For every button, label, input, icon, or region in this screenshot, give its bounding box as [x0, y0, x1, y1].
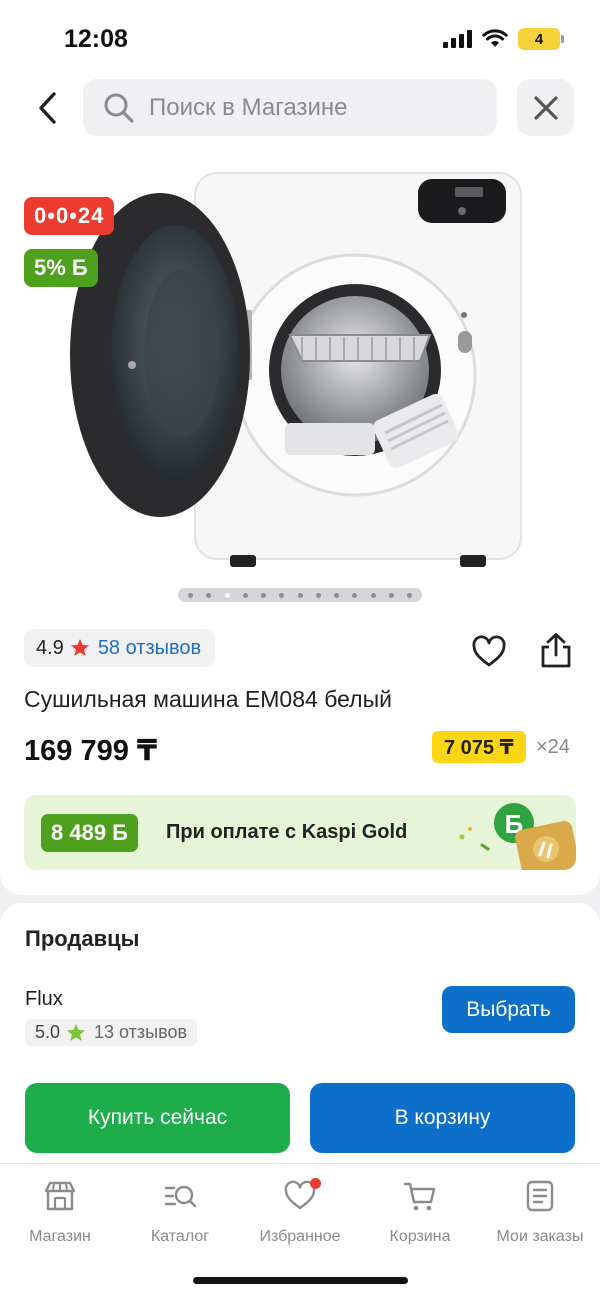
gallery-dot: [261, 592, 266, 598]
search-icon: [104, 93, 134, 123]
gallery-dot: [188, 592, 193, 598]
heart-icon: [472, 635, 506, 667]
tab-shop[interactable]: Магазин: [0, 1178, 120, 1246]
buy-now-button[interactable]: Купить сейчас: [25, 1083, 290, 1153]
product-page: 12:08 4 Поиск в Магазине 0•0•24 5% Б 4.9…: [0, 0, 600, 1297]
favorite-button[interactable]: [470, 633, 508, 671]
gallery-dot: [370, 592, 376, 598]
tab-label: Мои заказы: [496, 1228, 584, 1245]
close-icon: [533, 95, 558, 120]
tab-orders[interactable]: Мои заказы: [480, 1178, 600, 1246]
tab-favorites[interactable]: Избранное: [240, 1178, 360, 1246]
chevron-left-icon: [39, 92, 56, 124]
reviews-link[interactable]: 58 отзывов: [98, 637, 201, 660]
tab-label: Избранное: [259, 1228, 341, 1245]
gallery-dot: [388, 592, 394, 598]
orders-icon: [526, 1180, 554, 1212]
share-icon: [541, 633, 571, 668]
kaspi-gold-card-icon: Б: [459, 803, 576, 870]
gallery-dot: [242, 592, 248, 598]
cart-icon: [403, 1182, 436, 1211]
seller-name[interactable]: Flux: [25, 988, 63, 1011]
close-button[interactable]: [517, 79, 574, 136]
gallery-dot: [297, 592, 303, 598]
seller-reviews: 13 отзывов: [94, 1022, 188, 1042]
notification-dot: [310, 1178, 321, 1189]
search-placeholder: Поиск в Магазине: [149, 93, 348, 121]
gallery-dot: [279, 592, 285, 598]
product-price: 169 799 ₸: [24, 735, 158, 767]
gold-text: При оплате с Kaspi Gold: [166, 821, 408, 843]
catalog-search-icon: [164, 1185, 197, 1208]
sellers-title: Продавцы: [25, 926, 140, 951]
tab-label: Каталог: [150, 1228, 210, 1245]
status-icons: 4: [443, 28, 564, 50]
timer-badge: 0•0•24: [24, 197, 115, 235]
gallery-dot: [334, 592, 339, 598]
gallery-dot: [315, 592, 321, 598]
gallery-pagination[interactable]: [178, 588, 422, 602]
gallery-dot-active: [224, 592, 230, 598]
back-button[interactable]: [30, 88, 64, 128]
kaspi-gold-banner[interactable]: 8 489 Б При оплате с Kaspi Gold Б: [24, 795, 576, 870]
tab-cart[interactable]: Корзина: [360, 1178, 480, 1246]
gold-bonus-badge: 8 489 Б: [41, 814, 138, 852]
star-icon: [70, 639, 89, 656]
add-to-cart-button[interactable]: В корзину: [310, 1083, 575, 1153]
rating-pill[interactable]: 4.9 58 отзывов: [24, 629, 216, 667]
product-image[interactable]: [70, 165, 540, 575]
product-title: Сушильная машина EM084 белый: [24, 686, 392, 712]
signal-icon: [443, 30, 472, 48]
tab-label: Магазин: [29, 1228, 91, 1245]
seller-rating-value: 5.0: [35, 1022, 61, 1042]
installment-badge[interactable]: 7 075 ₸: [432, 731, 526, 763]
seller-rating: 5.0 13 отзывов: [25, 1019, 198, 1046]
tab-catalog[interactable]: Каталог: [120, 1178, 240, 1246]
star-icon: [67, 1023, 86, 1041]
bonus-badge: 5% Б: [24, 249, 98, 287]
gallery-dot: [206, 592, 212, 598]
search-input[interactable]: Поиск в Магазине: [83, 79, 497, 136]
tab-label: Корзина: [389, 1228, 451, 1245]
shop-icon: [44, 1181, 76, 1211]
gallery-dot: [352, 592, 358, 598]
wifi-icon: [482, 29, 508, 47]
gallery-dot: [407, 592, 412, 598]
home-indicator: [193, 1277, 408, 1284]
status-time: 12:08: [64, 25, 128, 53]
choose-seller-button[interactable]: Выбрать: [442, 986, 575, 1033]
installment-multiplier: ×24: [536, 736, 570, 758]
share-button[interactable]: [536, 631, 576, 671]
battery-icon: 4: [518, 28, 564, 50]
rating-value: 4.9: [36, 636, 64, 659]
